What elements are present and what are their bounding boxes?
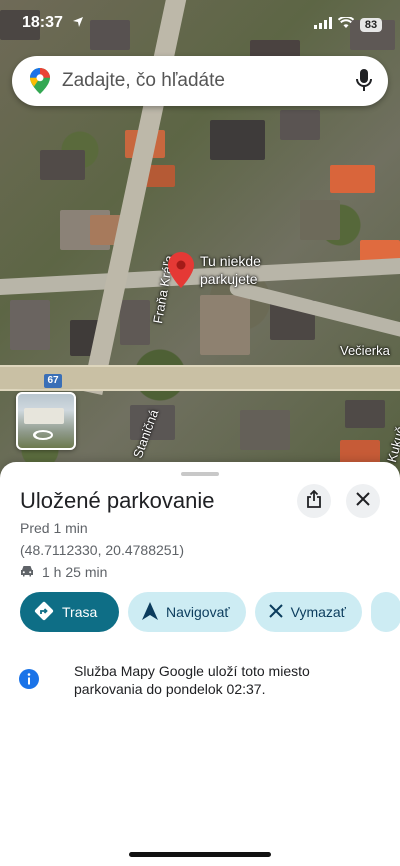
map-building [340, 440, 380, 464]
street-label-kukucin: Kukuč [384, 425, 400, 464]
poi-label-vecierka: Večierka [340, 343, 390, 358]
signal-icon [314, 16, 332, 34]
google-maps-logo-icon [30, 68, 50, 99]
map-building [120, 300, 150, 345]
delete-label: Vymazať [290, 604, 346, 620]
navigate-button[interactable]: Navigovať [128, 592, 246, 632]
map-building [300, 200, 340, 240]
rotate-360-icon [32, 428, 54, 446]
street-view-thumbnail[interactable] [16, 392, 76, 450]
marker-label-line1: Tu niekde [200, 253, 261, 269]
home-indicator[interactable] [129, 852, 271, 857]
duration-text: 1 h 25 min [42, 564, 108, 580]
delete-button[interactable]: Vymazať [254, 592, 362, 632]
status-time: 18:37 [22, 14, 63, 31]
action-chips: Trasa Navigovať Vymazať [20, 592, 400, 632]
map-building [240, 410, 290, 450]
map-building [200, 295, 250, 355]
sheet-title: Uložené parkovanie [20, 488, 215, 513]
route-label: Trasa [62, 604, 98, 620]
more-chip-partial[interactable] [370, 592, 400, 632]
close-icon [268, 603, 283, 621]
parking-marker-icon[interactable] [168, 252, 194, 293]
status-bar: 18:37 83 [22, 14, 382, 34]
map-building [330, 165, 375, 193]
map-view[interactable]: Fraňa Kráľa Staničná Kukuč Večierka 67 T… [0, 0, 400, 500]
map-building [345, 400, 385, 428]
directions-icon [34, 601, 54, 624]
navigation-arrow-icon [142, 601, 158, 623]
route-button[interactable]: Trasa [20, 592, 119, 632]
drive-duration: 1 h 25 min [20, 564, 107, 580]
info-icon [18, 668, 40, 690]
map-building [210, 120, 265, 160]
retention-info-text: Služba Mapy Google uloží toto miesto par… [74, 663, 310, 697]
microphone-icon[interactable] [356, 69, 372, 98]
map-building [10, 300, 50, 350]
share-icon [306, 489, 322, 513]
car-icon [20, 564, 34, 580]
map-building [280, 110, 320, 140]
close-icon [356, 491, 370, 511]
sheet-drag-handle[interactable] [181, 472, 219, 476]
coordinates: (48.7112330, 20.4788251) [20, 542, 184, 558]
map-building [40, 150, 85, 180]
close-button[interactable] [346, 484, 380, 518]
location-arrow-icon [72, 15, 84, 33]
marker-label: Tu niekde parkujete [200, 252, 261, 288]
battery-indicator: 83 [360, 18, 382, 32]
search-bar[interactable]: Zadajte, čo hľadáte [12, 56, 388, 106]
share-button[interactable] [297, 484, 331, 518]
saved-parking-sheet: Uložené parkovanie Pred 1 min (48.711233… [0, 462, 400, 866]
navigate-label: Navigovať [166, 604, 230, 620]
marker-label-line2: parkujete [200, 271, 258, 287]
road-shield: 67 [44, 374, 62, 388]
saved-time: Pred 1 min [20, 520, 88, 536]
wifi-icon [337, 15, 355, 34]
search-placeholder[interactable]: Zadajte, čo hľadáte [62, 70, 225, 92]
